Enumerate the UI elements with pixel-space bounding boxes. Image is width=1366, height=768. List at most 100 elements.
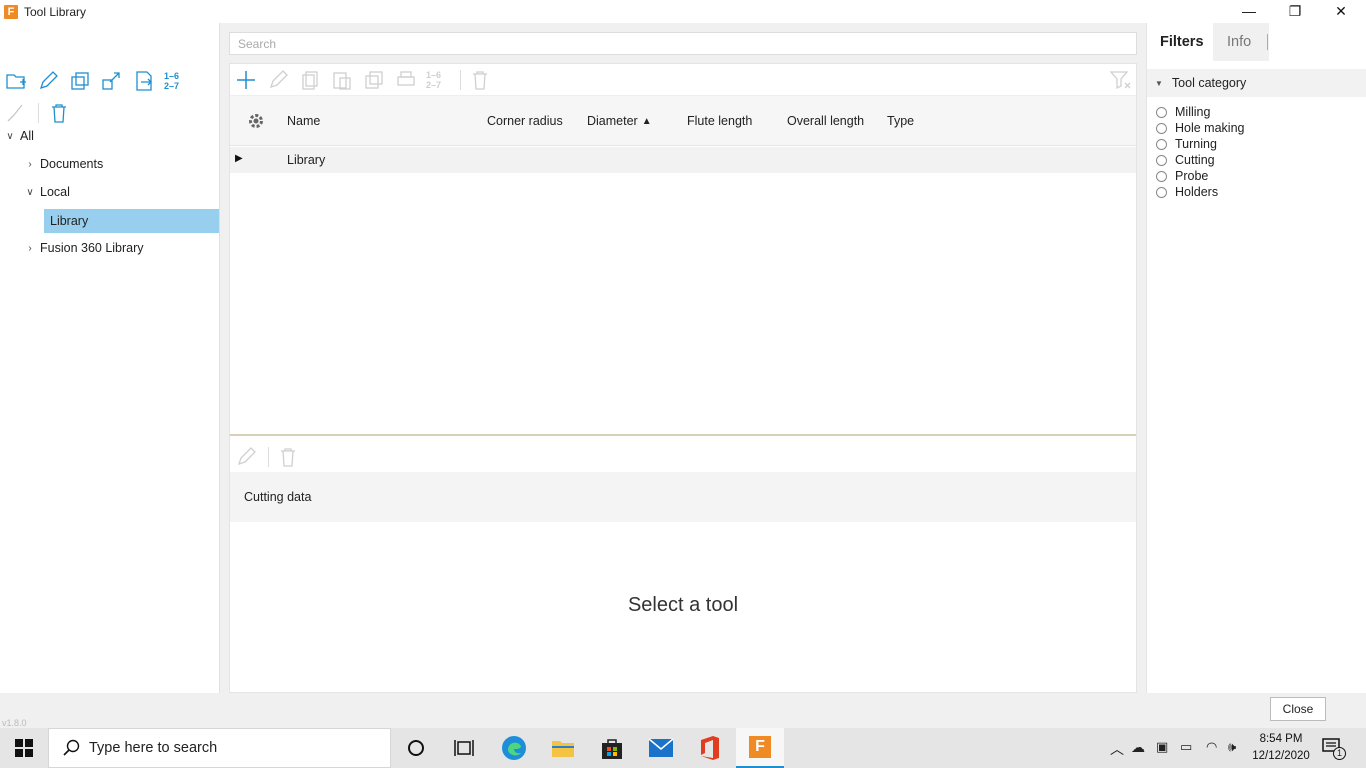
restore-icon: ❐ xyxy=(1288,2,1302,19)
category-hole-making[interactable]: Hole making xyxy=(1156,120,1244,136)
column-header-diameter[interactable]: Diameter ▲ xyxy=(587,96,652,146)
column-header-overall-length[interactable]: Overall length xyxy=(787,96,864,146)
tree-label: All xyxy=(20,129,34,143)
category-label: Cutting xyxy=(1175,153,1215,167)
chevron-up-icon[interactable]: ︿ xyxy=(1110,739,1124,759)
office-app[interactable] xyxy=(686,728,734,768)
chevron-down-icon: ▼ xyxy=(1155,78,1163,88)
radio-icon[interactable] xyxy=(1156,154,1167,166)
folder-icon xyxy=(552,741,574,757)
column-header-name[interactable]: Name xyxy=(287,96,320,146)
start-button[interactable] xyxy=(0,728,48,768)
tree-item-library[interactable]: Library xyxy=(44,209,219,233)
mail-app[interactable] xyxy=(637,728,685,768)
close-window-button[interactable]: ✕ xyxy=(1318,0,1364,22)
tab-filters[interactable]: Filters xyxy=(1160,23,1204,61)
tree-label: Fusion 360 Library xyxy=(40,241,144,255)
category-label: Turning xyxy=(1175,137,1217,151)
system-clock[interactable]: 8:54 PM 12/12/2020 xyxy=(1246,731,1316,765)
tree-item-all[interactable]: ∨ All xyxy=(4,124,34,148)
edge-icon xyxy=(502,736,526,760)
column-settings-button[interactable] xyxy=(246,96,266,146)
version-label: v1.8.0 xyxy=(2,718,27,728)
fusion-app[interactable]: F xyxy=(736,728,784,768)
edge-app[interactable] xyxy=(490,728,538,768)
minimize-button[interactable]: — xyxy=(1226,0,1272,22)
renumber-icon[interactable]: 1–6 2–7 xyxy=(164,69,190,93)
category-milling[interactable]: Milling xyxy=(1156,104,1210,120)
row-name: Library xyxy=(287,153,326,167)
taskbar-search-placeholder: Type here to search xyxy=(89,740,218,756)
battery-icon[interactable]: ▭ xyxy=(1180,739,1192,755)
table-row[interactable]: ▶ Library xyxy=(230,147,1136,173)
category-label: Milling xyxy=(1175,105,1211,119)
column-label: Diameter xyxy=(587,114,638,128)
category-holders[interactable]: Holders xyxy=(1156,184,1218,200)
column-header-corner-radius[interactable]: Corner radius xyxy=(487,96,563,146)
tree-label: Documents xyxy=(40,157,104,171)
clock-time: 8:54 PM xyxy=(1259,733,1303,745)
tree-label: Local xyxy=(40,185,70,199)
chevron-down-icon: ∨ xyxy=(26,186,34,198)
filters-panel: Filters Info ▼ Tool category Milling Hol… xyxy=(1146,23,1366,693)
radio-icon[interactable] xyxy=(1156,122,1167,134)
tree-item-local[interactable]: ∨ Local xyxy=(24,180,70,204)
category-turning[interactable]: Turning xyxy=(1156,136,1217,152)
tree-item-fusion-360-library[interactable]: › Fusion 360 Library xyxy=(24,236,144,260)
toolbar-divider xyxy=(460,70,461,90)
minimize-icon: — xyxy=(1242,3,1256,19)
panel-splitter[interactable] xyxy=(230,434,1136,436)
close-icon: ✕ xyxy=(1335,2,1347,19)
add-tool-icon[interactable] xyxy=(234,68,258,92)
restore-button[interactable]: ❐ xyxy=(1272,0,1318,22)
category-probe[interactable]: Probe xyxy=(1156,168,1208,184)
cortana-button[interactable] xyxy=(392,728,440,768)
tree-label: Library xyxy=(50,214,89,228)
clear-filter-icon xyxy=(1108,68,1132,92)
new-folder-icon[interactable] xyxy=(4,69,28,93)
grid-toolbar: 1–6 2–7 xyxy=(230,64,1136,96)
expand-triangle-icon[interactable]: ▶ xyxy=(235,153,243,164)
import-icon[interactable] xyxy=(132,69,156,93)
column-header-flute-length[interactable]: Flute length xyxy=(687,96,752,146)
tree-item-documents[interactable]: › Documents xyxy=(24,152,103,176)
fusion-app-icon: F xyxy=(4,4,18,19)
edit-tool-icon xyxy=(266,68,290,92)
radio-icon[interactable] xyxy=(1156,138,1167,150)
export-icon[interactable] xyxy=(100,69,124,93)
trash-icon[interactable] xyxy=(47,101,71,125)
category-label: Hole making xyxy=(1175,121,1245,135)
radio-icon[interactable] xyxy=(1156,186,1167,198)
search-input[interactable]: Search xyxy=(229,32,1137,55)
notification-count-badge: 1 xyxy=(1333,747,1346,760)
onedrive-cloud-icon[interactable]: ☁ xyxy=(1131,739,1145,756)
task-view-button[interactable] xyxy=(440,728,488,768)
radio-icon[interactable] xyxy=(1156,106,1167,118)
chevron-right-icon: › xyxy=(28,242,32,254)
detail-toolbar xyxy=(230,442,1136,472)
category-cutting[interactable]: Cutting xyxy=(1156,152,1215,168)
category-label: Probe xyxy=(1175,169,1209,183)
taskbar-search-input[interactable]: Type here to search xyxy=(48,728,391,768)
edit-cutting-data-icon xyxy=(234,445,258,469)
tab-info[interactable]: Info xyxy=(1227,23,1251,61)
edit-pencil-icon[interactable] xyxy=(36,69,60,93)
fusion-taskbar-icon: F xyxy=(749,736,771,758)
duplicate-icon[interactable] xyxy=(68,69,92,93)
network-wifi-icon[interactable]: ◠ xyxy=(1206,739,1217,755)
cutting-data-header: Cutting data xyxy=(230,472,1136,522)
delete-tool-icon xyxy=(468,68,492,92)
column-header-type[interactable]: Type xyxy=(887,96,914,146)
file-explorer-app[interactable] xyxy=(539,728,587,768)
volume-icon[interactable]: 🕪 xyxy=(1228,739,1236,755)
close-button[interactable]: Close xyxy=(1270,697,1326,721)
action-center-button[interactable]: 1 xyxy=(1322,738,1346,760)
chevron-right-icon: › xyxy=(28,158,32,170)
toolbar-divider xyxy=(268,447,269,467)
radio-icon[interactable] xyxy=(1156,170,1167,182)
tool-category-header[interactable]: ▼ Tool category xyxy=(1147,69,1366,97)
store-app[interactable] xyxy=(588,728,636,768)
security-icon[interactable]: ▣ xyxy=(1156,739,1168,755)
dialog-footer: v1.8.0 Close xyxy=(0,693,1366,728)
grid-header: Name Corner radius Diameter ▲ Flute leng… xyxy=(230,96,1136,146)
